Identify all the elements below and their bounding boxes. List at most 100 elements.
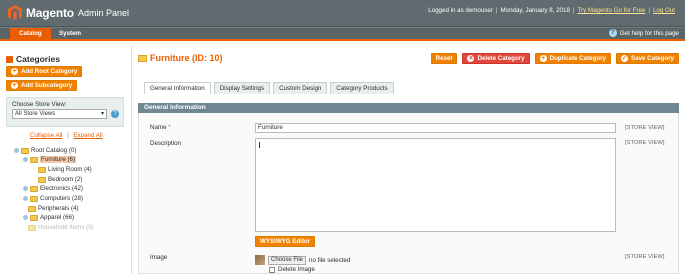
image-upload: Choose File no file selected: [255, 255, 350, 265]
save-icon: ✓: [621, 55, 628, 62]
store-view-label: Choose Store View:: [12, 101, 67, 108]
delete-image-checkbox[interactable]: [269, 266, 275, 273]
tab-general-information[interactable]: General Information: [144, 82, 211, 94]
collapse-all-link[interactable]: Collapse All: [30, 132, 62, 139]
add-root-category-label: Add Root Category: [21, 68, 78, 75]
tree-node-apparel[interactable]: Apparel (66): [23, 213, 74, 222]
name-scope: [STORE VIEW]: [625, 125, 665, 131]
add-subcategory-label: Add Subcategory: [21, 82, 73, 89]
help-link[interactable]: ? Get help for this page: [608, 29, 679, 37]
delete-image-row: Delete Image: [269, 266, 315, 273]
tree-node-root-catalog[interactable]: Root Catalog (0): [14, 146, 76, 155]
tree-toggle-icon[interactable]: [23, 186, 28, 191]
reset-label: Reset: [435, 55, 453, 62]
expand-all-link[interactable]: Expand All: [73, 132, 102, 139]
add-root-category-button[interactable]: + Add Root Category: [6, 66, 83, 77]
help-text: Get help for this page: [619, 29, 679, 37]
folder-icon: [28, 224, 36, 231]
tree-node-label: Root Catalog (0): [31, 147, 77, 154]
tree-node-living-room[interactable]: Living Room (4): [38, 165, 92, 174]
tree-node-label: Apparel (66): [40, 214, 75, 221]
delete-icon: ×: [467, 55, 475, 62]
text-caret: [259, 142, 260, 148]
folder-icon: [30, 195, 38, 202]
top-header: Magento Admin Panel Logged in as demouse…: [0, 0, 685, 27]
tab-category-products[interactable]: Category Products: [330, 82, 394, 94]
tree-toggle-icon[interactable]: [23, 215, 28, 220]
section-heading: General Information: [138, 103, 679, 113]
category-actions: Reset × Delete Category + Duplicate Catego…: [430, 53, 679, 64]
delete-image-label: Delete Image: [278, 266, 315, 273]
general-info-form: Name * Furniture [STORE VIEW] Descriptio…: [138, 113, 679, 274]
sidebar-divider: [131, 46, 132, 274]
image-scope: [STORE VIEW]: [625, 254, 665, 260]
save-category-button[interactable]: ✓ Save Category: [616, 53, 679, 64]
folder-icon: [30, 214, 38, 221]
tree-node-furniture[interactable]: Furniture (6): [23, 155, 77, 164]
image-label: Image: [150, 254, 168, 261]
tree-node-peripherals[interactable]: Peripherals (4): [28, 204, 79, 213]
image-thumbnail[interactable]: [255, 255, 265, 265]
tree-node-label: Furniture (6): [40, 156, 77, 163]
plus-icon: +: [11, 68, 18, 75]
choose-file-button[interactable]: Choose File: [268, 255, 307, 265]
folder-icon: [30, 156, 38, 163]
categories-heading: Categories: [6, 54, 60, 64]
tree-node-label: Electronics (42): [40, 185, 83, 192]
description-textarea[interactable]: [255, 138, 616, 232]
tree-node-label: Living Room (4): [48, 166, 92, 173]
add-subcategory-button[interactable]: + Add Subcategory: [6, 80, 78, 91]
logo-subtitle: Admin Panel: [77, 7, 129, 18]
name-label: Name *: [150, 124, 171, 131]
folder-icon: [28, 205, 36, 212]
duplicate-icon: +: [539, 55, 547, 62]
wysiwyg-editor-button[interactable]: WYSIWYG Editor: [255, 236, 316, 247]
try-magento-go-link[interactable]: Try Magento Go for Free: [578, 7, 646, 14]
tree-toggle-icon[interactable]: [14, 148, 19, 153]
folder-icon: [38, 166, 46, 173]
store-view-select[interactable]: All Store Views ▾: [12, 109, 107, 119]
category-edit-panel: Furniture (ID: 10) Reset × Delete Categor…: [138, 50, 679, 274]
tree-node-label: Bedroom (2): [48, 176, 83, 183]
header-user-info: Logged in as demouser | Monday, January 8,…: [428, 7, 675, 14]
store-view-help-icon[interactable]: ?: [111, 110, 119, 118]
tree-toggle-icon[interactable]: [23, 196, 28, 201]
tree-node-label: Computers (28): [40, 195, 83, 202]
magento-logo[interactable]: Magento Admin Panel: [8, 5, 129, 20]
tree-node-electronics[interactable]: Electronics (42): [23, 184, 83, 193]
tree-node-label: Household Items (0): [38, 224, 94, 231]
tree-toggle-icon[interactable]: [23, 157, 28, 162]
required-marker: *: [168, 124, 171, 131]
tree-node-bedroom[interactable]: Bedroom (2): [38, 175, 82, 184]
duplicate-category-button[interactable]: + Duplicate Category: [534, 53, 611, 64]
logo-text: Magento: [26, 5, 74, 20]
tree-node-label: Peripherals (4): [38, 205, 79, 212]
tree-node-computers[interactable]: Computers (28): [23, 194, 83, 203]
name-input[interactable]: Furniture: [255, 123, 616, 133]
logged-in-text: Logged in as demouser: [428, 7, 493, 14]
tab-custom-design[interactable]: Custom Design: [273, 82, 328, 94]
duplicate-label: Duplicate Category: [549, 55, 606, 62]
main-nav: Catalog System ? Get help for this page: [0, 27, 685, 40]
page-title: Furniture (ID: 10): [138, 53, 223, 63]
categories-icon: [6, 55, 13, 63]
folder-icon: [138, 54, 147, 62]
delete-category-button[interactable]: × Delete Category: [462, 53, 530, 64]
folder-icon: [38, 176, 46, 183]
folder-icon: [30, 185, 38, 192]
tree-links-separator: |: [67, 132, 69, 139]
page-title-text: Furniture (ID: 10): [150, 53, 223, 63]
tree-node-household-items[interactable]: Household Items (0): [28, 223, 94, 232]
logout-link[interactable]: Log Out: [653, 7, 675, 14]
description-scope: [STORE VIEW]: [625, 140, 665, 146]
folder-icon: [21, 147, 29, 154]
store-view-switcher: Choose Store View: All Store Views ▾ ?: [6, 97, 124, 127]
help-icon: ?: [608, 29, 617, 37]
description-label: Description: [150, 140, 181, 147]
delete-label: Delete Category: [477, 55, 525, 62]
store-view-value: All Store Views: [15, 111, 56, 117]
reset-button[interactable]: Reset: [430, 53, 458, 64]
magento-logo-icon: [8, 5, 22, 20]
categories-title: Categories: [16, 54, 60, 64]
tab-display-settings[interactable]: Display Settings: [213, 82, 271, 94]
